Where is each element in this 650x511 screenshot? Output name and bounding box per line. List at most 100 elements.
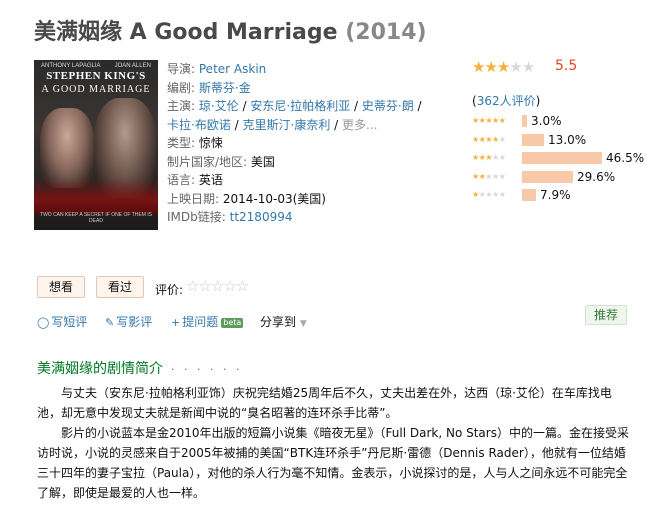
page-title: 美满姻缘 A Good Marriage (2014) xyxy=(34,14,427,46)
cast-sep: / xyxy=(330,117,342,132)
star-icon: ★ xyxy=(498,190,506,199)
distribution-row-5-star: ★★★★★ 3.0% xyxy=(472,114,650,130)
star-icon: ★ xyxy=(492,153,499,162)
director-row: 导演: Peter Askin xyxy=(167,60,417,79)
want-to-watch-button[interactable]: 想看 xyxy=(37,276,85,298)
distribution-bar xyxy=(522,115,527,127)
writer-row: 编剧: 斯蒂芬·金 xyxy=(167,79,417,98)
poster-title-line1: STEPHEN KING'S xyxy=(46,70,146,82)
director-label: 导演: xyxy=(167,62,196,76)
cast-link-4[interactable]: 卡拉·布欧诺 xyxy=(167,118,231,132)
beta-badge: beta xyxy=(221,318,244,328)
cast-row-1: 主演: 琼·艾伦 / 安东尼·拉帕格利亚 / 史蒂芬·朗 / xyxy=(167,97,422,116)
distribution-stars: ★★★★★ xyxy=(472,190,506,199)
rate-label: 评价: xyxy=(155,283,184,297)
imdb-link[interactable]: tt2180994 xyxy=(230,210,293,224)
writer-label: 编剧: xyxy=(167,80,196,95)
release-value: 2014-10-03(美国) xyxy=(222,191,326,206)
star-icon: ★ xyxy=(485,190,493,199)
rate-stars-input[interactable]: ☆☆☆☆☆ xyxy=(186,277,249,295)
movie-info: 导演: Peter Askin 编剧: 斯蒂芬·金 主演: 琼·艾伦 / 安东尼… xyxy=(167,60,422,227)
language-value: 英语 xyxy=(198,173,223,187)
recommend-button[interactable]: 推荐 xyxy=(585,305,627,325)
cast-link-2[interactable]: 安东尼·拉帕格利亚 xyxy=(250,99,350,113)
poster-title-line2: A GOOD MARRIAGE xyxy=(41,84,151,95)
summary-body: 与丈夫（安东尼·拉帕格利亚饰）庆祝完结婚25周年后不久，丈夫出差在外，达西（琼·… xyxy=(37,383,633,503)
watched-button[interactable]: 看过 xyxy=(96,276,144,298)
votes-link[interactable]: 362人评价 xyxy=(477,94,536,108)
star-icon: ★ xyxy=(492,134,499,144)
country-value: 美国 xyxy=(250,154,275,169)
poster-actor-1: ANTHONY LAPAGLIA xyxy=(41,63,101,69)
country-label: 制片国家/地区: xyxy=(167,154,248,169)
write-short-review-label: 写短评 xyxy=(51,315,88,329)
rating-star-icon: ★ xyxy=(484,58,497,76)
distribution-row-2-star: ★★★★★ 29.6% xyxy=(472,170,650,186)
cast-label: 主演: xyxy=(167,99,196,113)
summary-paragraph-1: 与丈夫（安东尼·拉帕格利亚饰）庆祝完结婚25周年后不久，丈夫出差在外，达西（琼·… xyxy=(37,386,612,420)
rating-score: 5.5 xyxy=(555,58,578,74)
cast-link-1[interactable]: 琼·艾伦 xyxy=(199,99,239,113)
rating-star-icon: ★ xyxy=(521,58,535,76)
cast-sep: / xyxy=(413,99,422,113)
genre-row: 类型: 惊悚 xyxy=(167,134,417,153)
share-dropdown[interactable]: 分享到 ▼ xyxy=(260,313,307,330)
cast-sep: / xyxy=(350,99,362,113)
star-icon: ★ xyxy=(485,134,493,144)
cast-more-link[interactable]: 更多... xyxy=(342,118,377,132)
summary-title: 美满姻缘的剧情简介 xyxy=(37,361,163,377)
cast-sep: / xyxy=(238,99,251,113)
distribution-percent: 46.5% xyxy=(606,151,645,165)
write-short-review-link[interactable]: ◯ 写短评 xyxy=(37,313,87,330)
distribution-bar xyxy=(522,133,544,146)
star-icon: ★ xyxy=(498,171,506,181)
star-icon: ★ xyxy=(472,153,479,162)
distribution-row-4-star: ★★★★★ 13.0% xyxy=(472,133,650,149)
poster-actors: ANTHONY LAPAGLIA JOAN ALLEN xyxy=(34,63,158,69)
share-label: 分享到 xyxy=(260,315,297,329)
distribution-percent: 13.0% xyxy=(548,132,587,147)
votes-close-paren: ) xyxy=(535,94,541,108)
star-icon: ★ xyxy=(498,153,506,162)
distribution-bar xyxy=(522,189,536,201)
writer-link[interactable]: 斯蒂芬·金 xyxy=(199,81,251,95)
genre-value: 惊悚 xyxy=(198,136,223,150)
write-review-link[interactable]: ✎ 写影评 xyxy=(105,313,152,330)
distribution-stars: ★★★★★ xyxy=(472,153,506,162)
star-icon: ★ xyxy=(472,116,479,125)
country-row: 制片国家/地区: 美国 xyxy=(167,153,417,172)
cast-link-5[interactable]: 克里斯汀·康奈利 xyxy=(243,118,331,132)
rating-stars: ★★★★★ xyxy=(472,58,535,76)
star-icon: ★ xyxy=(485,171,493,181)
comment-icon: ◯ xyxy=(37,316,50,329)
cast-link-3[interactable]: 史蒂芬·朗 xyxy=(362,99,414,113)
plus-icon: + xyxy=(171,316,181,329)
movie-poster[interactable]: ANTHONY LAPAGLIA JOAN ALLEN STEPHEN KING… xyxy=(34,60,158,230)
rating-star-icon: ★ xyxy=(509,58,522,76)
chevron-down-icon: ▼ xyxy=(299,319,307,329)
distribution-percent: 3.0% xyxy=(531,114,562,128)
ask-question-label: 提问题 xyxy=(182,315,219,329)
star-icon: ★ xyxy=(472,171,479,181)
star-icon: ★ xyxy=(472,190,479,199)
distribution-bar xyxy=(522,170,573,183)
star-icon: ★ xyxy=(492,171,499,181)
rating-star-icon: ★ xyxy=(496,58,510,76)
language-row: 语言: 英语 xyxy=(167,171,417,190)
pencil-icon: ✎ xyxy=(105,316,115,329)
cast-sep: / xyxy=(230,117,243,132)
release-label: 上映日期: xyxy=(167,191,220,206)
star-icon: ★ xyxy=(492,116,499,125)
imdb-label: IMDb链接: xyxy=(167,210,226,224)
summary-dots: · · · · · · xyxy=(171,363,243,376)
director-link[interactable]: Peter Askin xyxy=(199,62,266,76)
distribution-row-3-star: ★★★★★ 46.5% xyxy=(472,151,650,167)
release-row: 上映日期: 2014-10-03(美国) xyxy=(167,190,417,209)
movie-title: 美满姻缘 A Good Marriage xyxy=(34,20,338,45)
genre-label: 类型: xyxy=(167,136,196,150)
distribution-stars: ★★★★★ xyxy=(472,134,506,144)
ask-question-link[interactable]: + 提问题 beta xyxy=(171,313,244,330)
write-review-label: 写影评 xyxy=(116,315,153,329)
star-icon: ★ xyxy=(498,116,506,125)
poster-actor-2: JOAN ALLEN xyxy=(114,63,151,69)
